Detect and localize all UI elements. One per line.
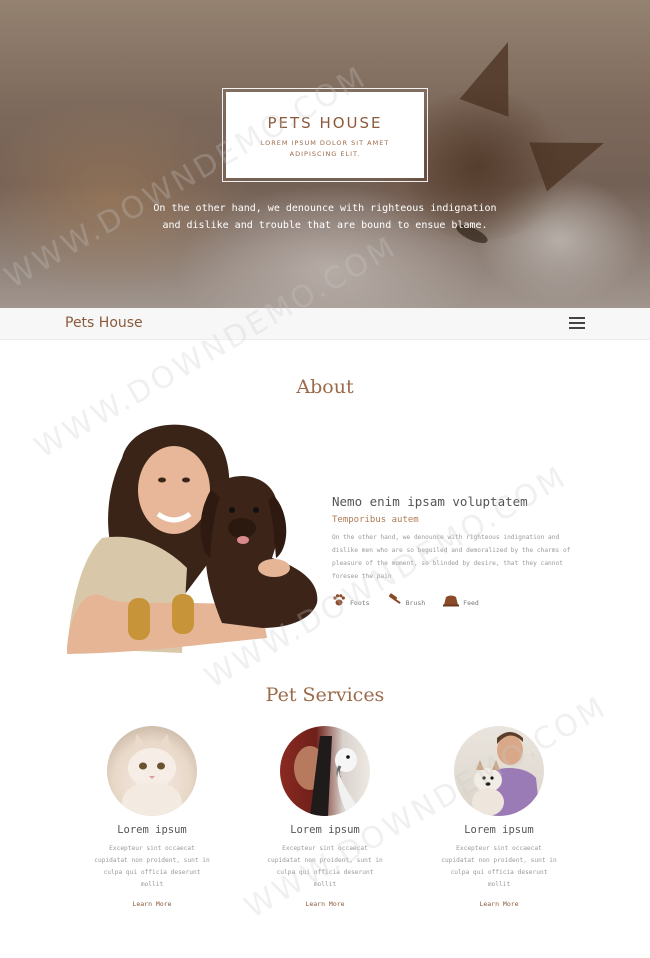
- service-photo-cat: [107, 726, 197, 816]
- service-photo-parrot: [280, 726, 370, 816]
- about-icon-item: Foots: [332, 593, 370, 607]
- service-card: Lorem ipsum Excepteur sint occaecat cupi…: [77, 726, 227, 910]
- about-text-block: Nemo enim ipsam voluptatem Temporibus au…: [332, 494, 577, 607]
- navbar: Pets House: [0, 308, 650, 340]
- service-photo-man-dog: [454, 726, 544, 816]
- nav-brand[interactable]: Pets House: [65, 315, 143, 331]
- about-icon-label: Brush: [405, 599, 426, 607]
- site-subtitle: LOREM IPSUM DOLOR SIT AMET ADIPISCING EL…: [260, 139, 390, 158]
- hero-text-line: and dislike and trouble that are bound t…: [162, 220, 488, 231]
- hero-text: On the other hand, we denounce with righ…: [140, 200, 510, 234]
- hamburger-menu-icon[interactable]: [569, 317, 585, 330]
- about-icon-label: Foots: [350, 599, 370, 607]
- food-bowl-icon: [443, 593, 460, 607]
- service-name: Lorem ipsum: [117, 824, 187, 836]
- service-card: Lorem ipsum Excepteur sint occaecat cupi…: [250, 726, 400, 910]
- learn-more-link[interactable]: Learn More: [132, 900, 171, 908]
- service-desc: Excepteur sint occaecat cupidatat non pr…: [441, 845, 557, 888]
- service-name: Lorem ipsum: [464, 824, 534, 836]
- service-desc: Excepteur sint occaecat cupidatat non pr…: [267, 845, 383, 888]
- service-name: Lorem ipsum: [290, 824, 360, 836]
- service-desc: Excepteur sint occaecat cupidatat non pr…: [94, 845, 210, 888]
- hero-banner: PETS HOUSE LOREM IPSUM DOLOR SIT AMET AD…: [0, 0, 650, 308]
- about-title: About: [296, 376, 354, 398]
- hero-title-box: PETS HOUSE LOREM IPSUM DOLOR SIT AMET AD…: [222, 88, 428, 182]
- learn-more-link[interactable]: Learn More: [305, 900, 344, 908]
- about-icon-row: Foots Brush Feed: [332, 593, 577, 607]
- about-body: On the other hand, we denounce with righ…: [332, 534, 571, 580]
- about-icon-item: Feed: [443, 593, 479, 607]
- service-card: Lorem ipsum Excepteur sint occaecat cupi…: [424, 726, 574, 910]
- services-title: Pet Services: [265, 684, 385, 706]
- brush-icon: [388, 593, 402, 607]
- about-icon-label: Feed: [463, 599, 479, 607]
- hero-text-line: On the other hand, we denounce with righ…: [153, 203, 497, 214]
- about-icon-item: Brush: [388, 593, 426, 607]
- about-heading: Nemo enim ipsam voluptatem: [332, 494, 528, 509]
- site-title: PETS HOUSE: [267, 114, 383, 132]
- woman-with-dog-photo: [62, 418, 320, 658]
- paw-icon: [332, 593, 346, 607]
- learn-more-link[interactable]: Learn More: [479, 900, 518, 908]
- about-subheading: Temporibus autem: [332, 515, 419, 525]
